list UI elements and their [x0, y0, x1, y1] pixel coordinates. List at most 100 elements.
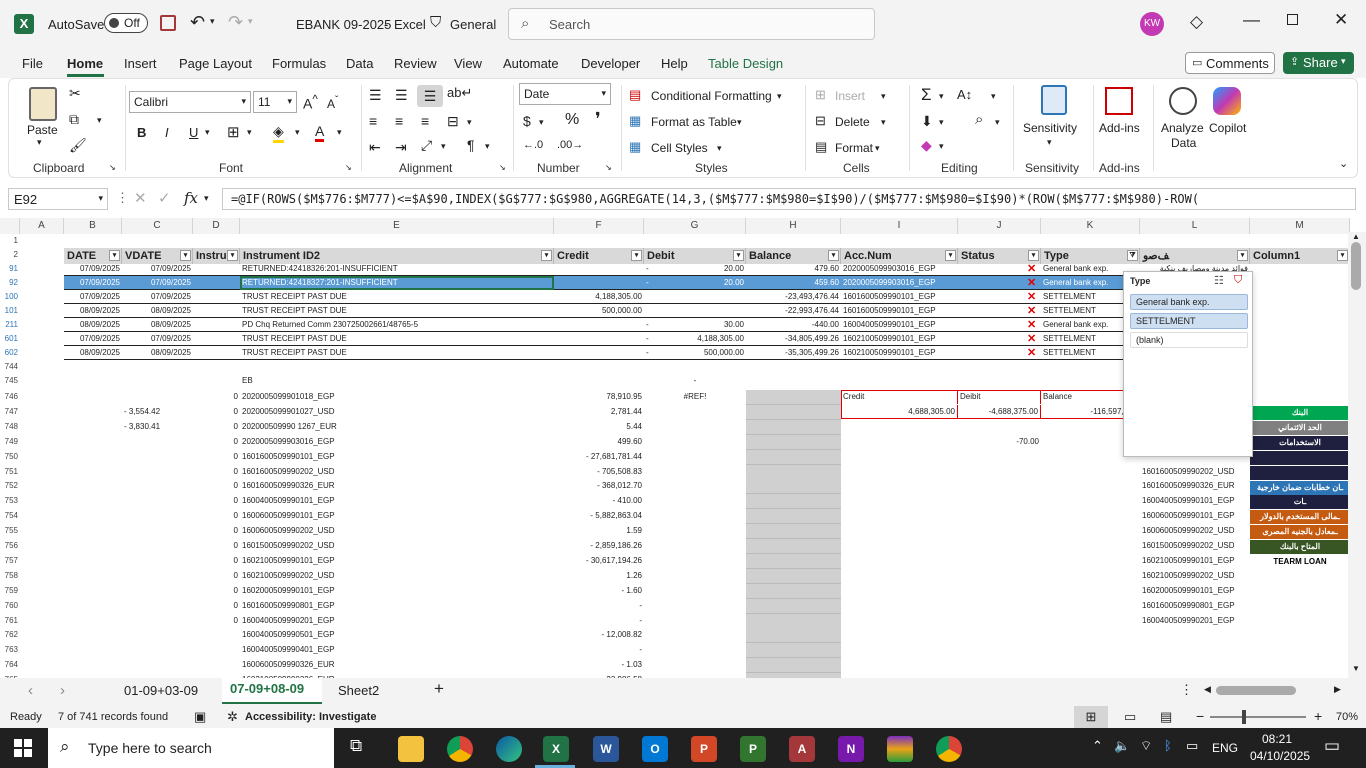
normal-view-icon[interactable]: ⊞	[1074, 706, 1108, 728]
clipboard-launcher-icon[interactable]: ↘	[109, 163, 116, 172]
minimize-icon[interactable]: —	[1243, 10, 1260, 30]
chevron-down-icon[interactable]: ▾	[875, 143, 880, 154]
filter-item-general[interactable]: General bank exp.	[1130, 294, 1248, 310]
align-left-icon[interactable]: ≡	[369, 113, 377, 129]
enter-icon[interactable]: ✓	[158, 189, 171, 207]
align-top-icon[interactable]: ☰	[369, 87, 382, 104]
row-number[interactable]: 759	[0, 584, 20, 598]
notifications-icon[interactable]: ▭	[1324, 736, 1340, 756]
column-header[interactable]: M	[1250, 218, 1350, 234]
filter-dropdown-icon[interactable]: ▾	[631, 250, 642, 261]
multi-select-icon[interactable]: ☷	[1214, 274, 1224, 287]
font-color-icon[interactable]: A	[315, 123, 325, 142]
restore-icon[interactable]	[1287, 14, 1298, 25]
find-select-icon[interactable]: ⌕	[975, 111, 983, 128]
sheet-tab[interactable]: Sheet2	[338, 683, 379, 698]
chevron-down-icon[interactable]: ▾	[204, 193, 209, 204]
column-header[interactable]: K	[1041, 218, 1140, 234]
tab-automate[interactable]: Automate	[503, 56, 559, 71]
font-launcher-icon[interactable]: ↘	[345, 163, 352, 172]
align-right-icon[interactable]: ≡	[421, 113, 429, 129]
add-sheet-icon[interactable]: +	[434, 679, 444, 699]
next-sheet-icon[interactable]: ›	[60, 682, 65, 699]
prev-sheet-icon[interactable]: ‹	[28, 682, 33, 699]
row-number[interactable]: 747	[0, 405, 20, 419]
tab-review[interactable]: Review	[394, 56, 437, 71]
increase-indent-icon[interactable]: ⇥	[395, 139, 407, 156]
paste-dropdown-icon[interactable]: ▾	[37, 137, 42, 148]
insert-cells-button[interactable]: Insert	[835, 89, 865, 103]
tab-data[interactable]: Data	[346, 56, 373, 71]
row-number[interactable]: 601	[0, 332, 20, 346]
scroll-down-icon[interactable]: ▼	[1352, 664, 1360, 673]
chevron-down-icon[interactable]: ▾	[717, 143, 722, 154]
zoom-in-icon[interactable]: +	[1314, 708, 1322, 724]
accounting-dropdown-icon[interactable]: ▾	[539, 117, 544, 128]
row-number[interactable]: 750	[0, 450, 20, 464]
row-number[interactable]: 2	[0, 248, 20, 262]
network-icon[interactable]: ⌔	[1140, 738, 1152, 754]
column-header[interactable]: G	[644, 218, 746, 234]
autosum-dropdown-icon[interactable]: ▾	[939, 91, 944, 102]
filter-dropdown-icon[interactable]: ▾	[541, 250, 552, 261]
word-icon[interactable]: W	[593, 736, 619, 762]
filter-item-blank[interactable]: (blank)	[1130, 332, 1248, 348]
clear-filter-icon[interactable]: ⛉	[1234, 274, 1242, 287]
alignment-launcher-icon[interactable]: ↘	[499, 163, 506, 172]
decrease-decimal-icon[interactable]: .00→	[557, 139, 583, 151]
undo-dropdown-icon[interactable]: ▾	[210, 16, 215, 27]
tab-home[interactable]: Home	[67, 56, 103, 71]
task-view-icon[interactable]: ⧉	[350, 736, 362, 756]
number-format-select[interactable]: Date ▾	[519, 83, 611, 105]
row-number[interactable]: 745	[0, 374, 20, 388]
tray-chevron-icon[interactable]: ⌃	[1092, 738, 1103, 754]
bluetooth-icon[interactable]: ᛒ	[1164, 738, 1172, 753]
decrease-indent-icon[interactable]: ⇤	[369, 139, 381, 156]
format-as-table-button[interactable]: Format as Table	[651, 115, 737, 129]
row-number[interactable]: 762	[0, 628, 20, 642]
column-header[interactable]: E	[240, 218, 554, 234]
filter-dropdown-icon[interactable]: ▾	[227, 250, 238, 261]
save-icon[interactable]	[160, 15, 176, 31]
sensitivity-label[interactable]: General	[450, 17, 496, 32]
font-size-select[interactable]: 11 ▾	[253, 91, 297, 113]
paste-icon[interactable]	[29, 87, 57, 121]
row-number[interactable]: 756	[0, 539, 20, 553]
access-icon[interactable]: A	[789, 736, 815, 762]
accounting-format-icon[interactable]: $	[523, 113, 531, 129]
number-launcher-icon[interactable]: ↘	[605, 163, 612, 172]
addins-button[interactable]: Add-ins	[1099, 121, 1140, 135]
sheet-tab[interactable]: 01-09+03-09	[124, 683, 198, 698]
format-painter-icon[interactable]: 🖌	[69, 137, 87, 154]
accessibility-icon[interactable]: ✲	[227, 709, 238, 725]
sheet-tab-active[interactable]: 07-09+08-09	[222, 678, 322, 704]
column-header[interactable]: B	[64, 218, 122, 234]
text-direction-dropdown-icon[interactable]: ▾	[485, 141, 490, 152]
merge-dropdown-icon[interactable]: ▾	[467, 117, 472, 128]
column-header[interactable]: D	[193, 218, 240, 234]
filter-dropdown-icon[interactable]: ▾	[945, 250, 956, 261]
scroll-thumb[interactable]	[1351, 242, 1361, 290]
percent-icon[interactable]: %	[565, 111, 579, 129]
fill-color-icon[interactable]: ◈	[273, 123, 284, 143]
orientation-icon[interactable]: ⤢	[421, 137, 432, 154]
sort-filter-dropdown-icon[interactable]: ▾	[991, 91, 996, 102]
orientation-dropdown-icon[interactable]: ▾	[441, 141, 446, 152]
zoom-level[interactable]: 70%	[1336, 711, 1358, 723]
tab-page-layout[interactable]: Page Layout	[179, 56, 252, 71]
excel-taskbar-icon[interactable]: X	[543, 736, 569, 762]
scroll-left-icon[interactable]: ◀	[1204, 684, 1211, 695]
conditional-formatting-icon[interactable]: ▤	[629, 87, 641, 103]
name-box[interactable]: E92 ▾	[8, 188, 108, 210]
chrome-profile-icon[interactable]	[936, 736, 962, 762]
taskbar-search-box[interactable]: ⌕ Type here to search	[48, 728, 334, 768]
analyze-data-icon[interactable]	[1169, 87, 1197, 115]
font-color-dropdown-icon[interactable]: ▾	[337, 127, 342, 138]
increase-font-icon[interactable]: A^	[303, 93, 318, 112]
clear-icon[interactable]: ◆	[921, 137, 932, 154]
row-number[interactable]: 763	[0, 643, 20, 657]
fill-icon[interactable]: ⬇	[921, 113, 933, 130]
comma-style-icon[interactable]: ❜	[595, 109, 601, 130]
zoom-slider[interactable]	[1210, 710, 1306, 724]
row-number[interactable]: 760	[0, 599, 20, 613]
